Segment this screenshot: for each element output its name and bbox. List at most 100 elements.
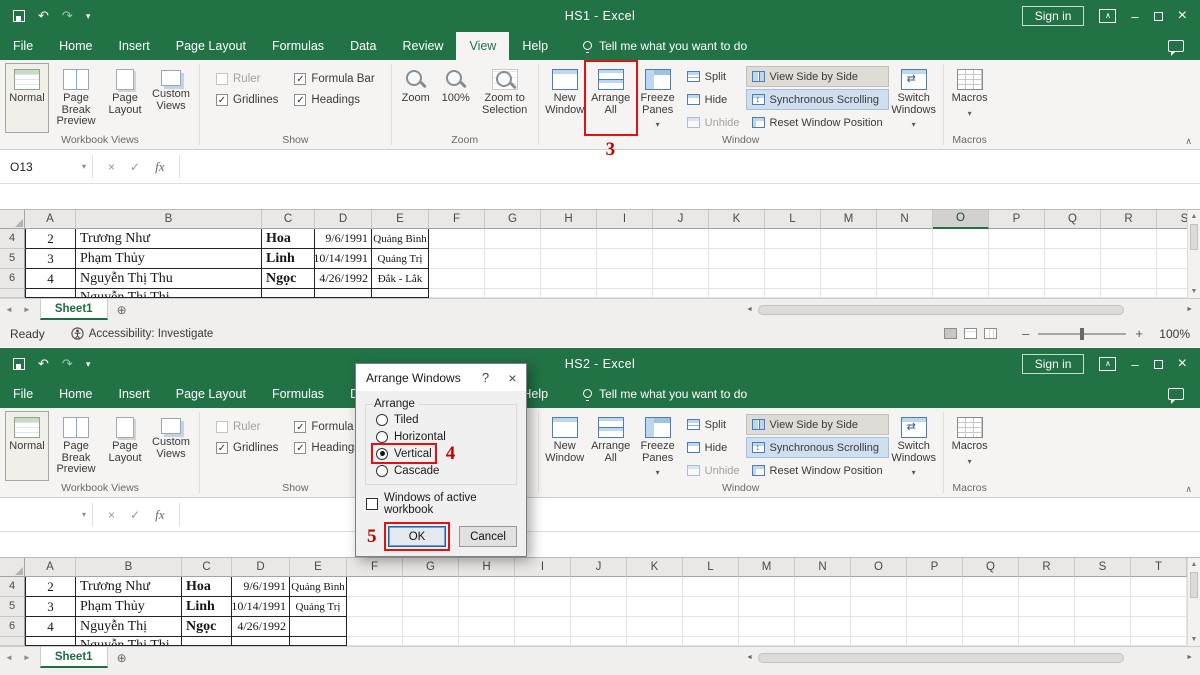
cell-d4[interactable]: 9/6/1991 bbox=[232, 577, 290, 597]
cell-a4[interactable]: 2 bbox=[25, 577, 76, 597]
column-header-s[interactable]: S bbox=[1075, 558, 1131, 577]
scroll-right-icon[interactable]: ► bbox=[1182, 654, 1197, 661]
cell-e4[interactable]: Quảng Bình bbox=[290, 577, 347, 597]
unhide-button[interactable]: Unhide bbox=[681, 460, 746, 481]
column-header-p[interactable]: P bbox=[989, 210, 1045, 229]
accessibility-status[interactable]: Accessibility: Investigate bbox=[89, 328, 214, 340]
view-side-by-side-button[interactable]: View Side by Side bbox=[746, 414, 889, 435]
zoom-button[interactable]: Zoom bbox=[396, 63, 436, 133]
tab-file[interactable]: File bbox=[0, 380, 46, 408]
select-all-corner[interactable] bbox=[0, 558, 25, 577]
tab-review[interactable]: Review bbox=[389, 32, 456, 60]
cell-t6[interactable] bbox=[1131, 617, 1187, 637]
row-header-6[interactable]: 6 bbox=[0, 617, 25, 637]
column-header-e[interactable]: E bbox=[372, 210, 429, 229]
cell-j5[interactable] bbox=[653, 249, 709, 269]
cell-n6[interactable] bbox=[877, 269, 933, 289]
row-header-6[interactable]: 6 bbox=[0, 269, 25, 289]
tab-home[interactable]: Home bbox=[46, 380, 105, 408]
column-header-e[interactable]: E bbox=[290, 558, 347, 577]
tell-me-box[interactable]: Tell me what you want to do bbox=[599, 32, 747, 60]
name-box-dropdown-icon[interactable]: ▾ bbox=[80, 510, 88, 519]
cell-l7[interactable] bbox=[765, 289, 821, 298]
headings-checkbox[interactable]: ✓Headings bbox=[294, 94, 374, 106]
freeze-panes-button[interactable]: Freeze Panes▾ bbox=[635, 63, 681, 133]
cell-r5[interactable] bbox=[1019, 597, 1075, 617]
scroll-right-icon[interactable]: ► bbox=[1182, 306, 1197, 313]
cancel-icon[interactable]: × bbox=[108, 508, 115, 522]
cell-j4[interactable] bbox=[571, 577, 627, 597]
sheet-tab-sheet1[interactable]: Sheet1 bbox=[40, 647, 108, 668]
cell-h5[interactable] bbox=[541, 249, 597, 269]
column-header-h[interactable]: H bbox=[541, 210, 597, 229]
cell-p5[interactable] bbox=[989, 249, 1045, 269]
cell-s4[interactable] bbox=[1075, 577, 1131, 597]
new-sheet-button[interactable]: ⊕ bbox=[108, 299, 136, 320]
cell-i5[interactable] bbox=[515, 597, 571, 617]
cell-k4[interactable] bbox=[627, 577, 683, 597]
cell-l4[interactable] bbox=[765, 229, 821, 249]
maximize-button[interactable] bbox=[1154, 360, 1163, 369]
row-header-4[interactable]: 4 bbox=[0, 229, 25, 249]
column-header-i[interactable]: I bbox=[597, 210, 653, 229]
page-layout-view-icon[interactable] bbox=[964, 328, 977, 339]
comments-icon[interactable] bbox=[1168, 388, 1184, 400]
cell-b4[interactable]: Trương Như bbox=[76, 577, 182, 597]
cell-f7[interactable] bbox=[347, 637, 403, 646]
zoom-slider[interactable] bbox=[1038, 328, 1126, 340]
minimize-button[interactable]: – bbox=[1131, 357, 1138, 372]
cell-i7[interactable] bbox=[597, 289, 653, 298]
cell-m6[interactable] bbox=[739, 617, 795, 637]
cell-b7[interactable]: Nguyễn Thị Thi bbox=[76, 637, 182, 646]
windows-of-active-workbook-checkbox[interactable]: Windows of active workbook bbox=[366, 492, 516, 516]
cell-c7[interactable] bbox=[182, 637, 232, 646]
tab-insert[interactable]: Insert bbox=[106, 32, 163, 60]
column-header-k[interactable]: K bbox=[627, 558, 683, 577]
hide-button[interactable]: Hide bbox=[681, 89, 746, 110]
horizontal-scrollbar-thumb[interactable] bbox=[758, 305, 1124, 315]
cell-c6[interactable]: Ngọc bbox=[262, 269, 315, 289]
custom-views-button[interactable]: Custom Views bbox=[147, 411, 195, 481]
horizontal-scrollbar-track[interactable] bbox=[757, 304, 1182, 316]
page-layout-button[interactable]: Page Layout bbox=[103, 411, 147, 481]
tab-formulas[interactable]: Formulas bbox=[259, 380, 337, 408]
cell-q6[interactable] bbox=[963, 617, 1019, 637]
cell-o5[interactable] bbox=[933, 249, 989, 269]
cell-h7[interactable] bbox=[541, 289, 597, 298]
arrange-all-button[interactable]: Arrange All bbox=[587, 411, 635, 481]
tab-formulas[interactable]: Formulas bbox=[259, 32, 337, 60]
cell-k5[interactable] bbox=[709, 249, 765, 269]
column-header-o[interactable]: O bbox=[851, 558, 907, 577]
cell-g6[interactable] bbox=[403, 617, 459, 637]
cell-l7[interactable] bbox=[683, 637, 739, 646]
close-button[interactable]: × bbox=[1178, 7, 1187, 25]
cell-b6[interactable]: Nguyễn Thị bbox=[76, 617, 182, 637]
ribbon-display-options-button[interactable]: ∧ bbox=[1099, 9, 1116, 23]
cell-k6[interactable] bbox=[709, 269, 765, 289]
column-header-o[interactable]: O bbox=[933, 210, 989, 229]
minimize-button[interactable]: – bbox=[1131, 9, 1138, 24]
cell-f5[interactable] bbox=[347, 597, 403, 617]
column-header-f[interactable]: F bbox=[347, 558, 403, 577]
split-button[interactable]: Split bbox=[681, 66, 746, 87]
formula-bar-checkbox[interactable]: ✓Formula Bar bbox=[294, 73, 374, 85]
scroll-left-icon[interactable]: ◄ bbox=[742, 306, 757, 313]
new-sheet-button[interactable]: ⊕ bbox=[108, 647, 136, 668]
cell-d6[interactable]: 4/26/1992 bbox=[315, 269, 372, 289]
tab-data[interactable]: Data bbox=[337, 32, 389, 60]
cell-s5[interactable] bbox=[1075, 597, 1131, 617]
cell-n6[interactable] bbox=[795, 617, 851, 637]
cell-g4[interactable] bbox=[485, 229, 541, 249]
scroll-up-icon[interactable]: ▲ bbox=[1188, 210, 1200, 223]
column-header-b[interactable]: B bbox=[76, 210, 262, 229]
cell-h6[interactable] bbox=[541, 269, 597, 289]
page-layout-button[interactable]: Page Layout bbox=[103, 63, 147, 133]
cell-r5[interactable] bbox=[1101, 249, 1157, 269]
cell-f6[interactable] bbox=[429, 269, 485, 289]
cell-i5[interactable] bbox=[597, 249, 653, 269]
cell-b6[interactable]: Nguyễn Thị Thu bbox=[76, 269, 262, 289]
cell-l4[interactable] bbox=[683, 577, 739, 597]
hide-button[interactable]: Hide bbox=[681, 437, 746, 458]
zoom-out-button[interactable]: – bbox=[1020, 326, 1031, 341]
column-header-t[interactable]: T bbox=[1131, 558, 1187, 577]
